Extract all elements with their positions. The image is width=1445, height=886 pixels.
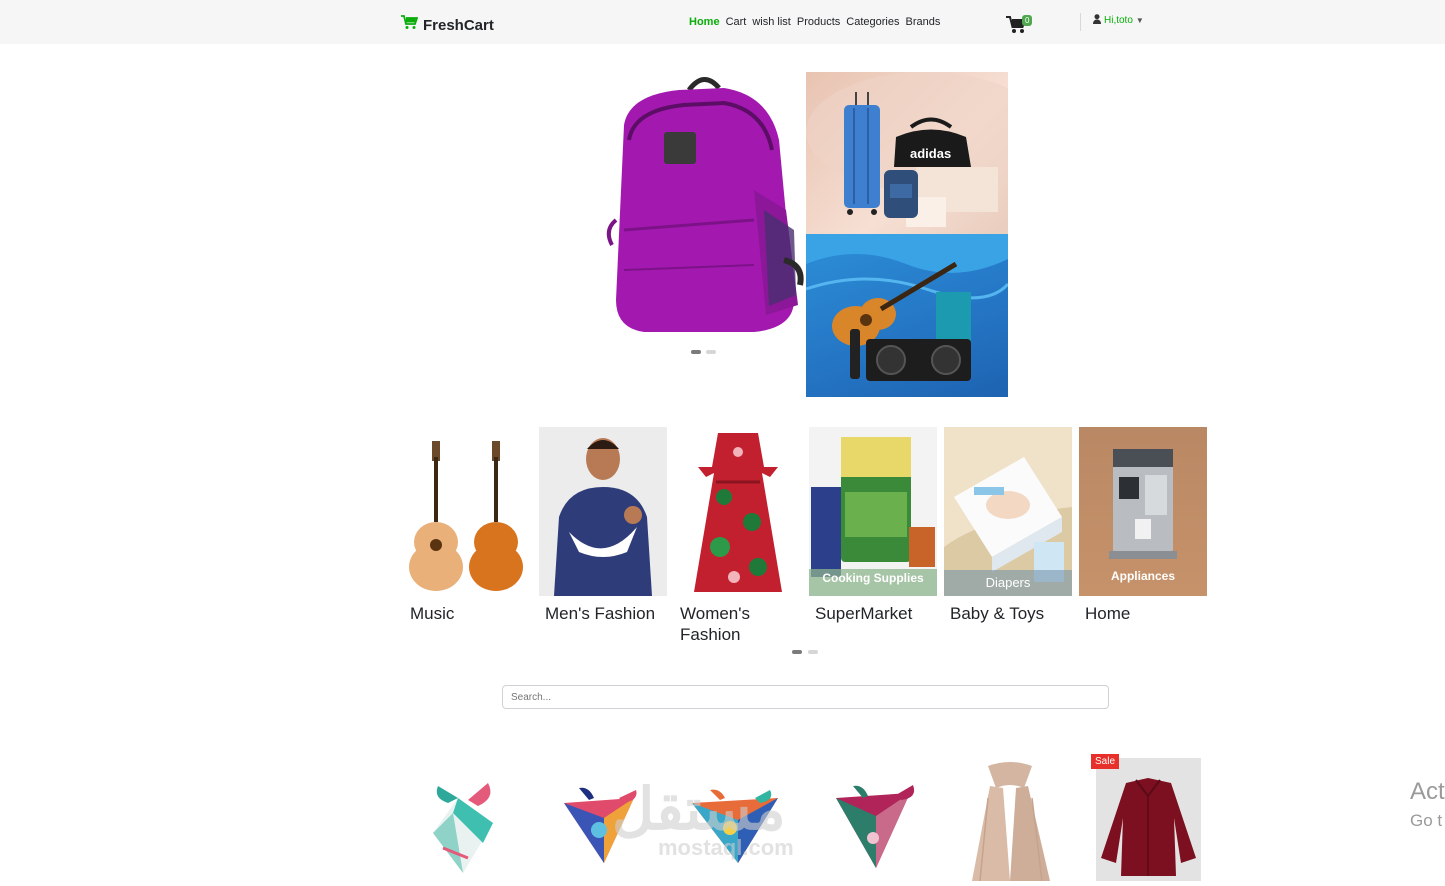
category-label: Music — [410, 604, 455, 623]
nav-divider — [1080, 13, 1081, 31]
category-image: Cooking Supplies — [809, 427, 937, 596]
user-greeting: Hi,toto — [1104, 15, 1133, 26]
product-card[interactable] — [958, 758, 1063, 882]
nav-link-categories[interactable]: Categories — [846, 16, 899, 28]
nav-link-home[interactable]: Home — [689, 16, 720, 28]
adidas-logo-text: adidas — [910, 146, 951, 161]
search-input[interactable] — [502, 685, 1109, 709]
product-image — [433, 783, 493, 873]
category-label: Women's Fashion — [680, 604, 751, 644]
category-image: Appliances — [1079, 427, 1207, 596]
watermark-url: mostaql.com — [658, 835, 794, 860]
product-image — [836, 785, 915, 868]
hero-side-banner-luggage[interactable]: adidas — [806, 72, 1008, 234]
category-overlay-text: Cooking Supplies — [809, 569, 937, 596]
category-dot-1[interactable] — [792, 650, 802, 654]
category-label: SuperMarket — [815, 604, 913, 623]
cart-icon — [401, 15, 419, 35]
category-image — [674, 427, 802, 596]
category-card-music[interactable]: Music — [404, 427, 532, 624]
category-dot-2[interactable] — [808, 650, 818, 654]
user-icon — [1093, 14, 1101, 27]
cart-count-badge: 0 — [1022, 15, 1033, 26]
category-overlay-text: Appliances — [1110, 569, 1176, 583]
product-image — [972, 762, 1050, 882]
category-image: Diapers — [944, 427, 1072, 596]
hero-slider-image[interactable] — [604, 70, 804, 345]
category-card-supermarket[interactable]: Cooking Supplies SuperMarket — [809, 427, 937, 624]
category-label: Baby & Toys — [950, 604, 1045, 623]
brand-name: FreshCart — [423, 16, 494, 34]
hero-side-banner-music[interactable] — [806, 234, 1008, 397]
product-card[interactable] — [408, 758, 513, 881]
chevron-down-icon: ▼ — [1135, 16, 1144, 25]
brand-logo[interactable]: FreshCart — [401, 15, 494, 35]
category-card-baby-toys[interactable]: Diapers Baby & Toys — [944, 427, 1072, 624]
nav-link-brands[interactable]: Brands — [905, 16, 940, 28]
category-slider-dots — [792, 650, 818, 654]
nav-link-cart[interactable]: Cart — [726, 16, 747, 28]
navbar: FreshCart Home Cart wish list Products C… — [0, 0, 1445, 44]
user-menu[interactable]: Hi,toto ▼ — [1093, 14, 1144, 27]
hero-slider-dots — [691, 350, 716, 354]
category-card-home[interactable]: Appliances Home — [1079, 427, 1207, 624]
nav-link-products[interactable]: Products — [797, 16, 840, 28]
category-image — [404, 427, 532, 596]
sale-badge: Sale — [1091, 754, 1120, 769]
product-card[interactable] — [1096, 758, 1201, 881]
category-label: Men's Fashion — [545, 604, 656, 623]
hero-dot-2[interactable] — [706, 350, 716, 354]
activation-notice-subtitle: Go t — [1410, 811, 1443, 830]
product-image — [1101, 778, 1196, 876]
product-card[interactable] — [818, 758, 923, 881]
watermark-logo: مستقل — [612, 777, 786, 842]
hero-dot-1[interactable] — [691, 350, 701, 354]
category-image — [539, 427, 667, 596]
category-card-mens-fashion[interactable]: Men's Fashion — [539, 427, 667, 624]
category-card-womens-fashion[interactable]: Women's Fashion — [674, 427, 802, 645]
category-overlay-text: Diapers — [944, 570, 1072, 596]
nav-link-wishlist[interactable]: wish list — [752, 16, 791, 28]
activation-notice-title: Act — [1410, 778, 1445, 805]
category-label: Home — [1085, 604, 1131, 623]
nav-links: Home Cart wish list Products Categories … — [689, 16, 940, 28]
